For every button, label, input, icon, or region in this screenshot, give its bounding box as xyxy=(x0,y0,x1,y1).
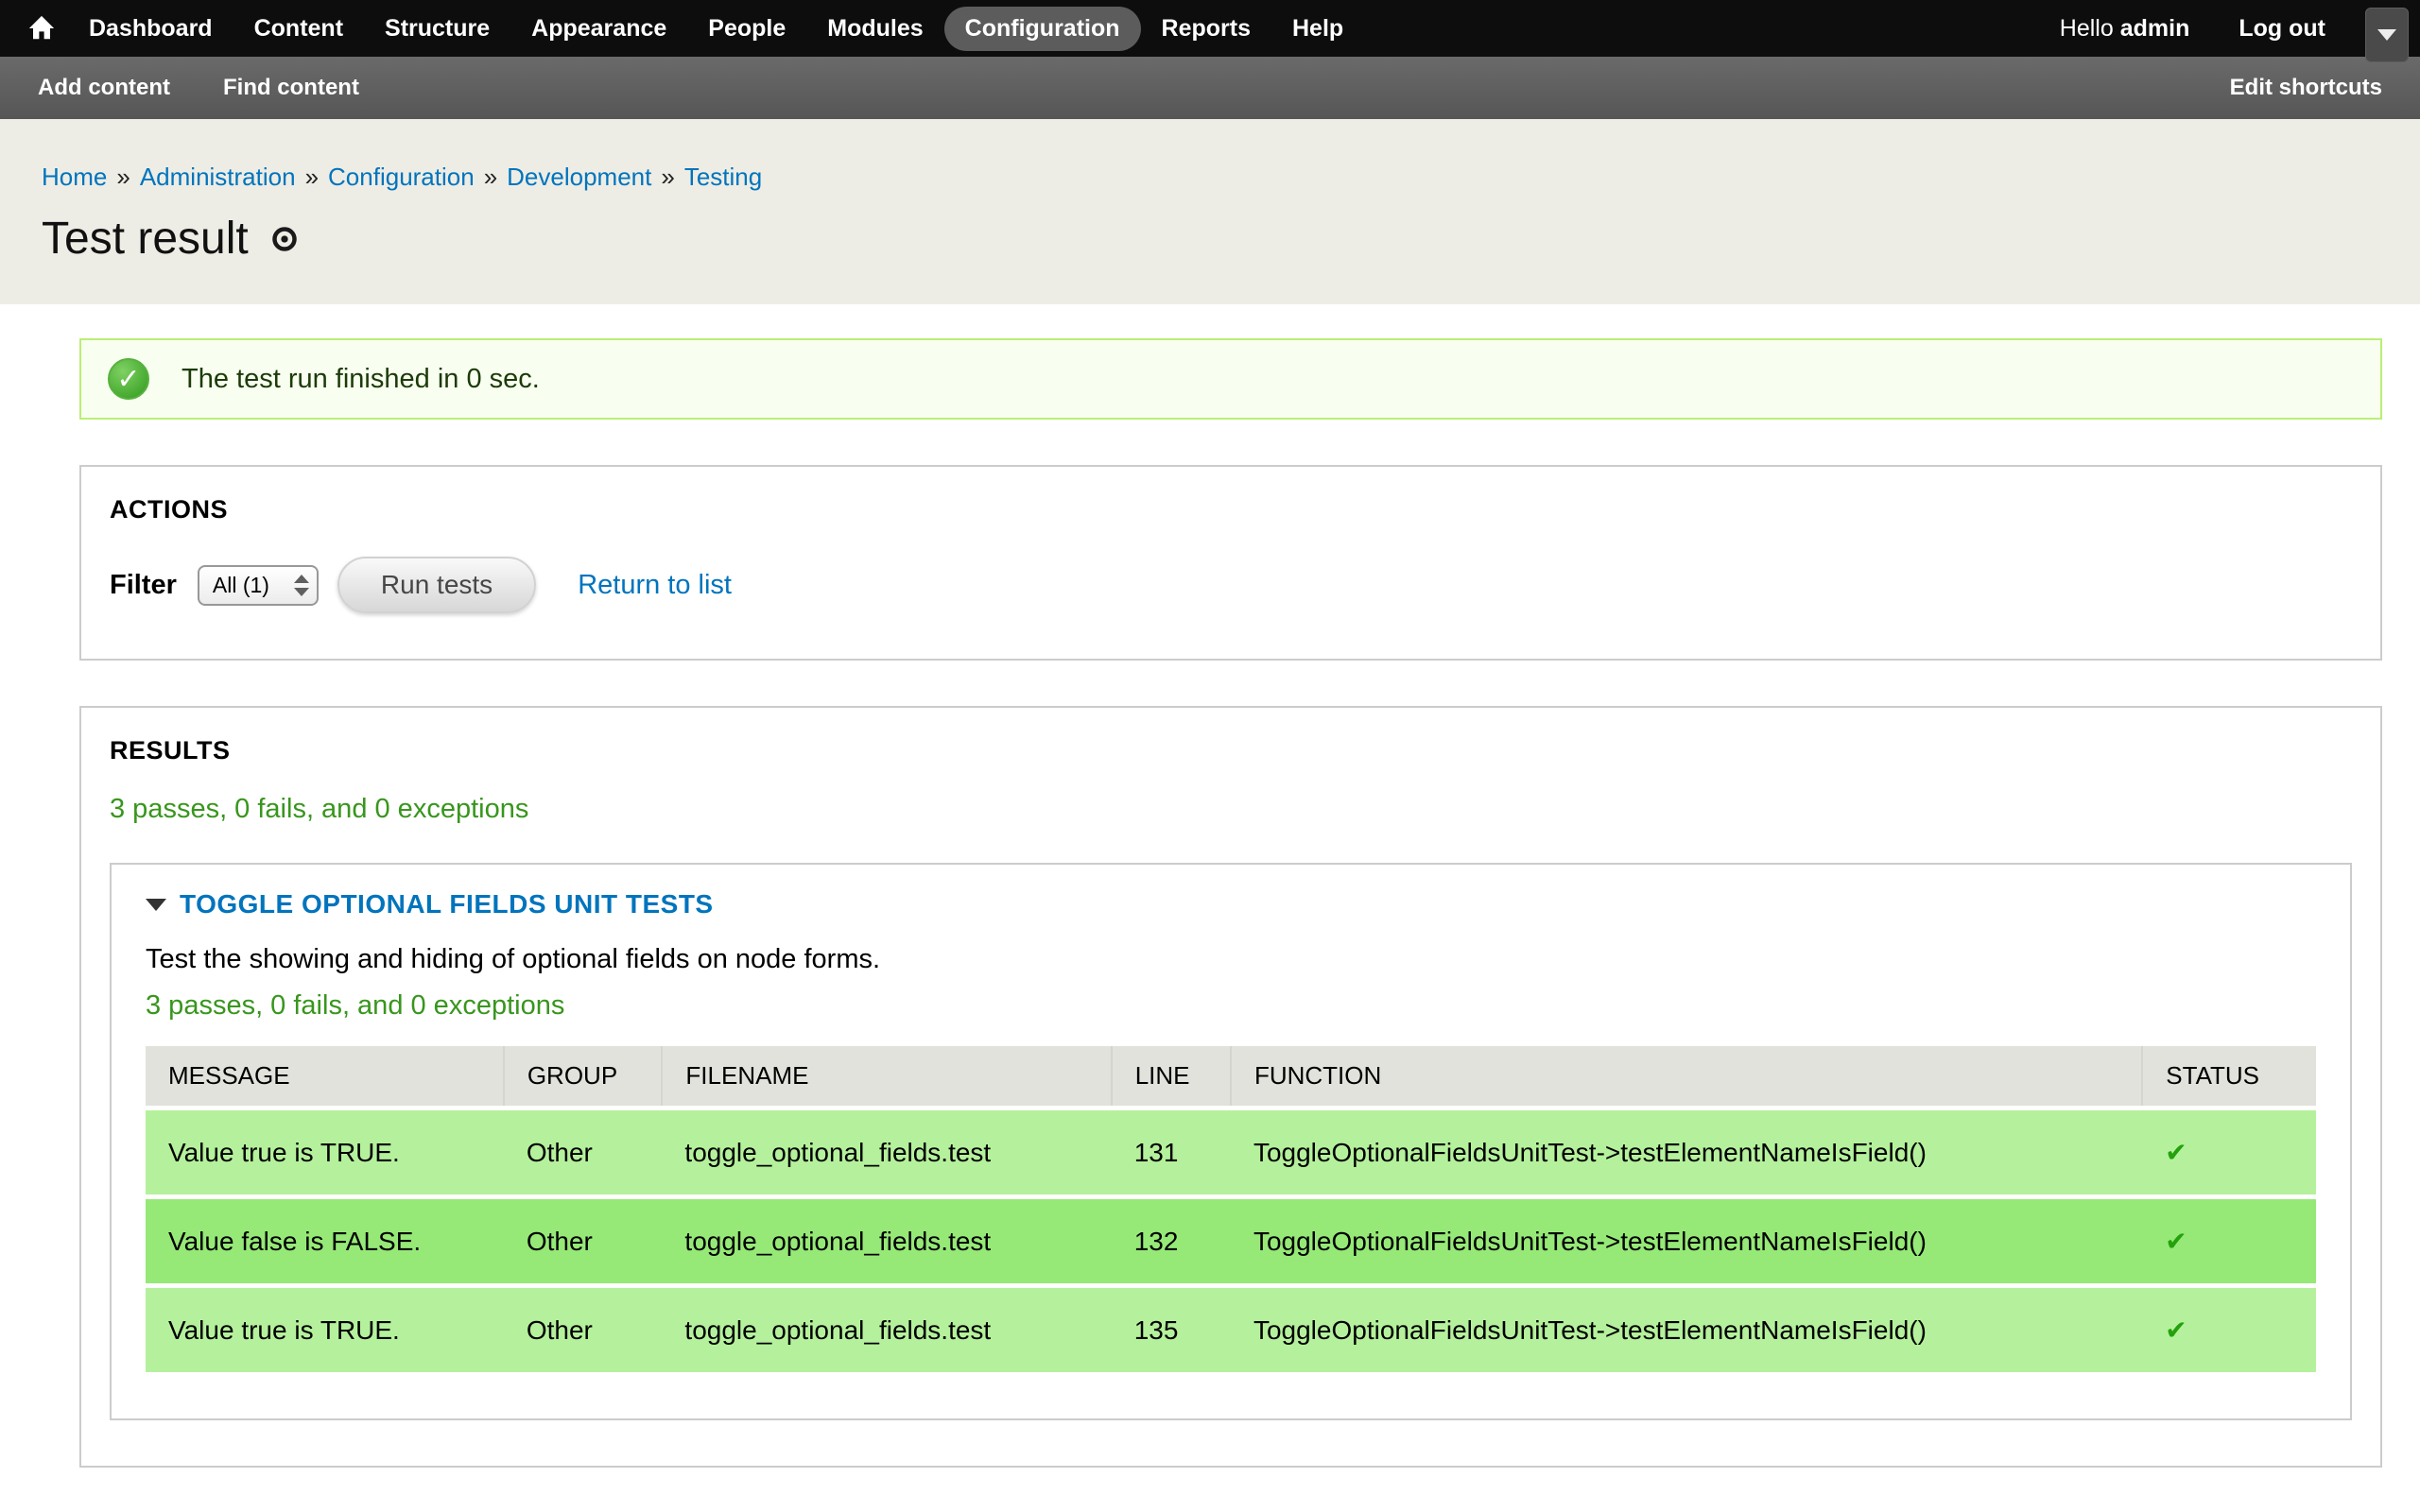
test-group-legend[interactable]: TOGGLE OPTIONAL FIELDS UNIT TESTS xyxy=(146,889,2316,919)
column-header-status: STATUS xyxy=(2142,1046,2316,1108)
test-group-title: TOGGLE OPTIONAL FIELDS UNIT TESTS xyxy=(180,889,714,919)
toolbar-item-dashboard[interactable]: Dashboard xyxy=(68,7,233,51)
actions-title: ACTIONS xyxy=(110,495,2352,524)
cell-function: ToggleOptionalFieldsUnitTest->testElemen… xyxy=(1231,1197,2142,1286)
page-header: Home » Administration » Configuration » Develo… xyxy=(0,119,2420,304)
cell-status-pass: ✔ xyxy=(2142,1286,2316,1375)
shortcut-bar: Add content Find content Edit shortcuts xyxy=(0,57,2420,119)
cell-group: Other xyxy=(504,1286,663,1375)
cell-line: 131 xyxy=(1112,1108,1231,1197)
cell-line: 132 xyxy=(1112,1197,1231,1286)
home-icon[interactable] xyxy=(15,0,68,57)
cell-line: 135 xyxy=(1112,1286,1231,1375)
cell-group: Other xyxy=(504,1197,663,1286)
run-tests-button[interactable]: Run tests xyxy=(337,557,536,613)
column-header-filename: FILENAME xyxy=(662,1046,1111,1108)
filter-select[interactable]: All (1) xyxy=(198,565,319,606)
admin-toolbar: DashboardContentStructureAppearancePeopl… xyxy=(0,0,2420,57)
results-title: RESULTS xyxy=(110,736,2352,765)
status-message: ✓ The test run finished in 0 sec. xyxy=(79,338,2382,420)
edit-shortcuts-link[interactable]: Edit shortcuts xyxy=(2230,75,2382,101)
result-row: Value false is FALSE.Othertoggle_optiona… xyxy=(146,1197,2316,1286)
breadcrumb-link-testing[interactable]: Testing xyxy=(684,163,762,191)
shortcut-add-content[interactable]: Add content xyxy=(38,75,170,101)
results-table-head-row: MESSAGEGROUPFILENAMELINEFUNCTIONSTATUS xyxy=(146,1046,2316,1108)
breadcrumb-separator: » xyxy=(484,163,497,191)
title-row: Test result xyxy=(42,213,2378,265)
toolbar-item-configuration[interactable]: Configuration xyxy=(944,7,1141,51)
greeting-prefix: Hello xyxy=(2060,15,2114,42)
test-group-description: Test the showing and hiding of optional … xyxy=(146,944,2316,975)
toolbar-item-help[interactable]: Help xyxy=(1271,7,1364,51)
breadcrumb-link-development[interactable]: Development xyxy=(507,163,651,191)
cell-filename: toggle_optional_fields.test xyxy=(662,1286,1111,1375)
breadcrumb-separator: » xyxy=(661,163,674,191)
cell-filename: toggle_optional_fields.test xyxy=(662,1108,1111,1197)
breadcrumb-separator: » xyxy=(116,163,130,191)
filter-row: Filter All (1) Run tests Return to list xyxy=(110,557,2352,613)
page-title: Test result xyxy=(42,213,249,265)
column-header-message: MESSAGE xyxy=(146,1046,504,1108)
filter-select-value: All (1) xyxy=(213,573,269,598)
test-group-summary: 3 passes, 0 fails, and 0 exceptions xyxy=(146,990,2316,1022)
column-header-group: GROUP xyxy=(504,1046,663,1108)
toolbar-item-reports[interactable]: Reports xyxy=(1141,7,1271,51)
toolbar-item-people[interactable]: People xyxy=(687,7,806,51)
cell-function: ToggleOptionalFieldsUnitTest->testElemen… xyxy=(1231,1108,2142,1197)
cell-group: Other xyxy=(504,1108,663,1197)
shortcut-find-content[interactable]: Find content xyxy=(223,75,359,101)
toolbar-item-modules[interactable]: Modules xyxy=(806,7,943,51)
test-group-fieldset: TOGGLE OPTIONAL FIELDS UNIT TESTS Test t… xyxy=(110,863,2352,1420)
results-panel: RESULTS 3 passes, 0 fails, and 0 excepti… xyxy=(79,706,2382,1468)
contextual-gear-icon[interactable] xyxy=(271,226,298,252)
cell-message: Value true is TRUE. xyxy=(146,1108,504,1197)
breadcrumb-link-configuration[interactable]: Configuration xyxy=(328,163,475,191)
toolbar-toggle-button[interactable] xyxy=(2365,8,2409,62)
chevron-down-icon xyxy=(2377,29,2396,41)
breadcrumb-link-administration[interactable]: Administration xyxy=(140,163,296,191)
results-table: MESSAGEGROUPFILENAMELINEFUNCTIONSTATUS V… xyxy=(146,1046,2316,1377)
cell-filename: toggle_optional_fields.test xyxy=(662,1197,1111,1286)
column-header-line: LINE xyxy=(1112,1046,1231,1108)
results-summary: 3 passes, 0 fails, and 0 exceptions xyxy=(110,794,2352,825)
cell-message: Value true is TRUE. xyxy=(146,1286,504,1375)
cell-message: Value false is FALSE. xyxy=(146,1197,504,1286)
breadcrumb: Home » Administration » Configuration » Develo… xyxy=(42,163,2378,192)
status-ok-icon: ✓ xyxy=(108,358,149,400)
breadcrumb-link-home[interactable]: Home xyxy=(42,163,107,191)
user-greeting[interactable]: Hello admin xyxy=(2060,15,2190,43)
results-table-body: Value true is TRUE.Othertoggle_optional_… xyxy=(146,1108,2316,1375)
result-row: Value true is TRUE.Othertoggle_optional_… xyxy=(146,1286,2316,1375)
select-stepper-icon xyxy=(294,575,309,596)
toolbar-item-appearance[interactable]: Appearance xyxy=(510,7,687,51)
filter-label: Filter xyxy=(110,570,177,601)
cell-status-pass: ✔ xyxy=(2142,1108,2316,1197)
column-header-function: FUNCTION xyxy=(1231,1046,2142,1108)
result-row: Value true is TRUE.Othertoggle_optional_… xyxy=(146,1108,2316,1197)
shortcut-menu: Add content Find content xyxy=(38,75,359,101)
status-message-text: The test run finished in 0 sec. xyxy=(182,364,540,395)
cell-function: ToggleOptionalFieldsUnitTest->testElemen… xyxy=(1231,1286,2142,1375)
toolbar-item-structure[interactable]: Structure xyxy=(364,7,510,51)
actions-panel: ACTIONS Filter All (1) Run tests Return … xyxy=(79,465,2382,661)
logout-link[interactable]: Log out xyxy=(2238,15,2325,43)
username: admin xyxy=(2120,15,2190,42)
main-content: ✓ The test run finished in 0 sec. ACTION… xyxy=(0,304,2420,1468)
cell-status-pass: ✔ xyxy=(2142,1197,2316,1286)
return-to-list-link[interactable]: Return to list xyxy=(578,570,732,601)
collapse-arrow-icon xyxy=(146,899,166,911)
toolbar-item-content[interactable]: Content xyxy=(233,7,364,51)
results-table-head: MESSAGEGROUPFILENAMELINEFUNCTIONSTATUS xyxy=(146,1046,2316,1108)
toolbar-menu: DashboardContentStructureAppearancePeopl… xyxy=(68,0,1364,57)
breadcrumb-separator: » xyxy=(305,163,319,191)
